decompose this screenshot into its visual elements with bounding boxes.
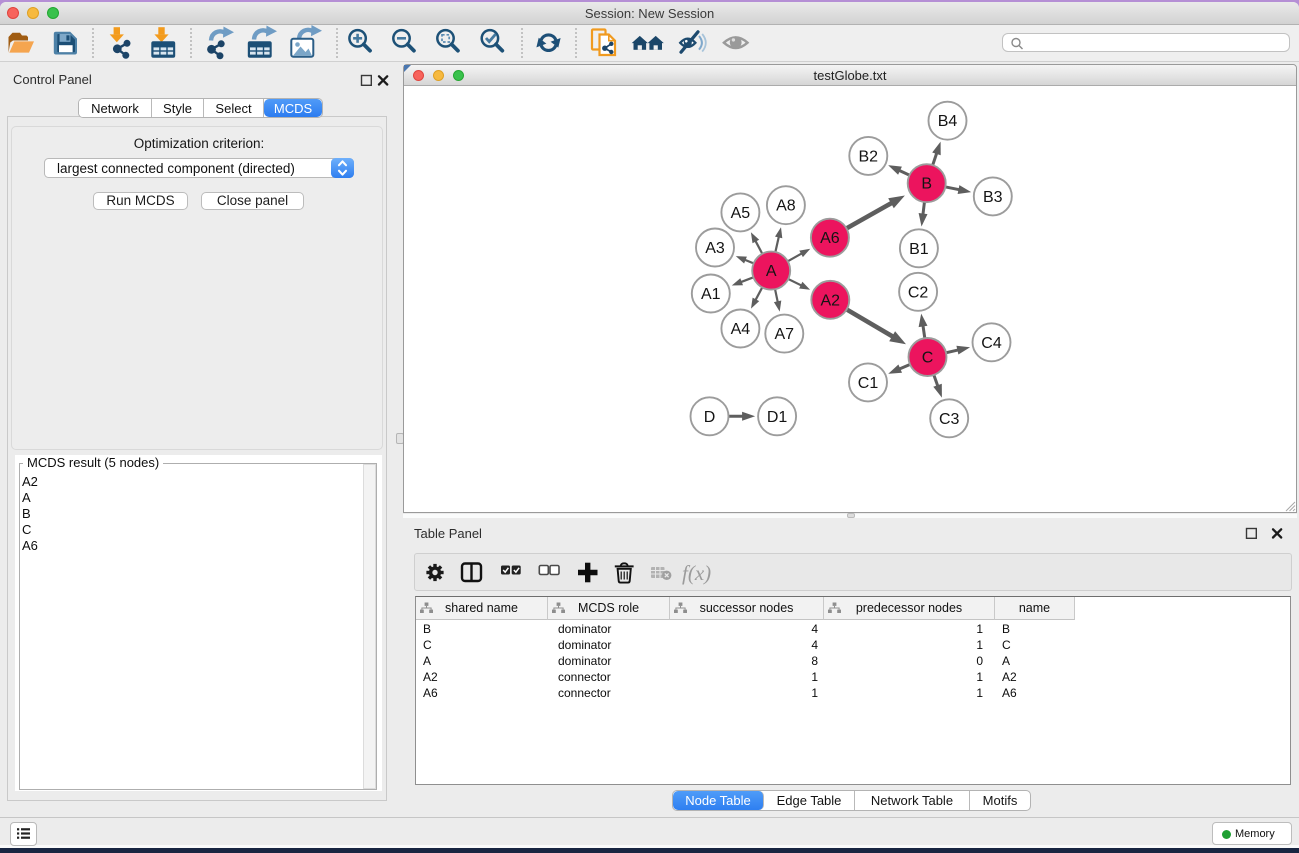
svg-text:B: B: [921, 176, 932, 193]
svg-text:C4: C4: [981, 335, 1002, 352]
svg-text:C1: C1: [858, 375, 879, 392]
svg-text:B3: B3: [983, 189, 1003, 206]
svg-text:C: C: [922, 350, 934, 367]
svg-text:A1: A1: [701, 286, 721, 303]
svg-text:C3: C3: [939, 411, 960, 428]
svg-text:B4: B4: [938, 113, 958, 130]
svg-text:C2: C2: [908, 284, 929, 301]
svg-text:B1: B1: [909, 241, 929, 258]
svg-text:A3: A3: [705, 240, 725, 257]
svg-text:A2: A2: [821, 292, 841, 309]
svg-text:A6: A6: [820, 230, 840, 247]
svg-text:D1: D1: [767, 409, 788, 426]
svg-text:B2: B2: [859, 148, 879, 165]
svg-text:A5: A5: [731, 205, 751, 222]
svg-text:A7: A7: [775, 326, 795, 343]
svg-text:f(x): f(x): [682, 561, 711, 585]
svg-text:A4: A4: [731, 321, 751, 338]
svg-text:A: A: [766, 263, 777, 280]
svg-text:D: D: [704, 409, 716, 426]
svg-text:A8: A8: [776, 198, 796, 215]
